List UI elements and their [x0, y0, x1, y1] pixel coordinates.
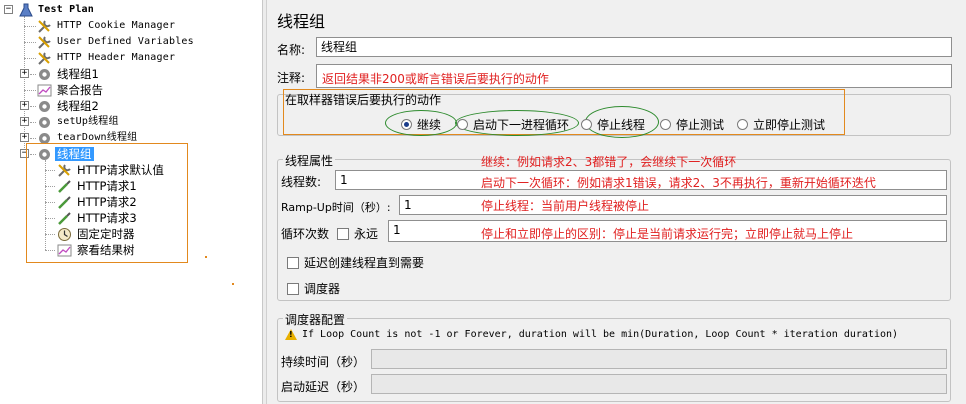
threads-label: 线程数:: [281, 175, 322, 189]
gear-icon: [37, 99, 52, 114]
annotation-next-loop: 启动下一次循环：例如请求1错误，请求2、3不再执行，重新开始循环迭代: [481, 176, 876, 190]
test-plan-tree: − Test Plan HTTP Cookie Manager User Def…: [0, 0, 262, 404]
tree-node-threadgroup-1[interactable]: 线程组1: [37, 66, 101, 82]
name-label: 名称:: [277, 43, 306, 57]
startup-delay-label: 启动延迟（秒）: [281, 380, 366, 394]
forever-checkbox[interactable]: 永远: [337, 225, 378, 242]
tree-node-label: Test Plan: [38, 4, 94, 15]
radio-label: 停止测试: [676, 118, 725, 132]
radio-circle: [737, 119, 748, 130]
wrench-icon: [37, 19, 52, 34]
checkbox-box: [287, 282, 299, 295]
gear-icon: [37, 115, 52, 130]
comment-label: 注释:: [277, 71, 306, 85]
rampup-label: Ramp-Up时间（秒）:: [281, 201, 391, 214]
expand-teardown-toggle[interactable]: +: [20, 133, 29, 142]
name-field[interactable]: 线程组: [316, 37, 952, 57]
tree-node-setup-threadgroup[interactable]: setUp线程组: [37, 114, 121, 130]
expand-setup-toggle[interactable]: +: [20, 117, 29, 126]
checkbox-label: 调度器: [304, 282, 341, 296]
annotation-stop-difference: 停止和立即停止的区别：停止是当前请求运行完；立即停止就马上停止: [481, 227, 854, 241]
radio-stop-test-now[interactable]: 立即停止测试: [737, 116, 825, 133]
tree-node-aggregate-report[interactable]: 聚合报告: [37, 82, 105, 98]
threadgroup-config-panel: 线程组 名称: 线程组 注释: 返回结果非200或断言错误后要执行的动作 在取样…: [266, 0, 966, 404]
radio-stop-thread[interactable]: 停止线程: [581, 116, 645, 133]
annotation-continue: 继续：例如请求2、3都错了，会继续下一次循环: [481, 155, 737, 169]
collapse-root-toggle[interactable]: −: [4, 5, 13, 14]
tree-node-label: HTTP Cookie Manager: [57, 20, 176, 31]
tree-node-header-manager[interactable]: HTTP Header Manager: [37, 50, 177, 66]
tree-node-label: HTTP Header Manager: [57, 52, 176, 63]
radio-circle: [401, 119, 412, 130]
checkbox-box: [287, 256, 299, 269]
radio-label: 停止线程: [597, 118, 646, 132]
scheduler-checkbox[interactable]: 调度器: [287, 280, 340, 297]
chart-icon: [37, 83, 52, 98]
tree-node-cookie-manager[interactable]: HTTP Cookie Manager: [37, 18, 177, 34]
radio-label: 立即停止测试: [753, 118, 826, 132]
thread-properties-title: 线程属性: [283, 152, 336, 169]
duration-field: [371, 349, 947, 369]
scheduler-config-title: 调度器配置: [283, 311, 348, 328]
wrench-icon: [37, 35, 52, 50]
radio-circle: [660, 119, 671, 130]
tree-node-label: 线程组1: [57, 67, 99, 81]
error-action-title: 在取样器错误后要执行的动作: [285, 93, 442, 107]
marker-dot: [205, 256, 207, 258]
highlight-box-threadgroup: [26, 143, 188, 263]
radio-stop-test[interactable]: 停止测试: [660, 116, 724, 133]
radio-start-next-loop[interactable]: 启动下一进程循环: [457, 116, 569, 133]
expand-threadgroup2-toggle[interactable]: +: [20, 101, 29, 110]
tree-node-threadgroup-2[interactable]: 线程组2: [37, 98, 101, 114]
warning-icon: [285, 329, 297, 340]
annotation-stop-thread: 停止线程：当前用户线程被停止: [481, 199, 650, 213]
tree-node-label: User Defined Variables: [57, 36, 194, 47]
test-plan-icon: [18, 3, 33, 18]
comment-annotation: 返回结果非200或断言错误后要执行的动作: [322, 72, 549, 86]
radio-label: 继续: [417, 118, 442, 132]
wrench-icon: [37, 51, 52, 66]
startup-delay-field: [371, 374, 947, 394]
delay-thread-creation-checkbox[interactable]: 延迟创建线程直到需要: [287, 254, 424, 271]
jmeter-window: − Test Plan HTTP Cookie Manager User Def…: [0, 0, 966, 404]
tree-node-label: setUp线程组: [57, 116, 119, 127]
tree-node-user-defined-variables[interactable]: User Defined Variables: [37, 34, 196, 50]
scheduler-warning: If Loop Count is not -1 or Forever, dura…: [285, 329, 898, 340]
gear-icon: [37, 67, 52, 82]
loop-label: 循环次数: [281, 227, 330, 241]
radio-circle: [581, 119, 592, 130]
radio-circle: [457, 119, 468, 130]
checkbox-box: [337, 227, 349, 240]
radio-label: 启动下一进程循环: [473, 118, 570, 132]
checkbox-label: 永远: [354, 227, 379, 241]
duration-label: 持续时间（秒）: [281, 355, 366, 369]
checkbox-label: 延迟创建线程直到需要: [304, 256, 425, 270]
tree-node-label: 聚合报告: [57, 83, 103, 97]
tree-node-test-plan[interactable]: Test Plan: [18, 2, 96, 18]
scheduler-warning-text: If Loop Count is not -1 or Forever, dura…: [302, 329, 899, 340]
radio-continue[interactable]: 继续: [401, 116, 441, 133]
tree-node-label: 线程组2: [57, 99, 99, 113]
page-title: 线程组: [277, 12, 326, 31]
expand-threadgroup1-toggle[interactable]: +: [20, 69, 29, 78]
marker-dot: [232, 283, 234, 285]
